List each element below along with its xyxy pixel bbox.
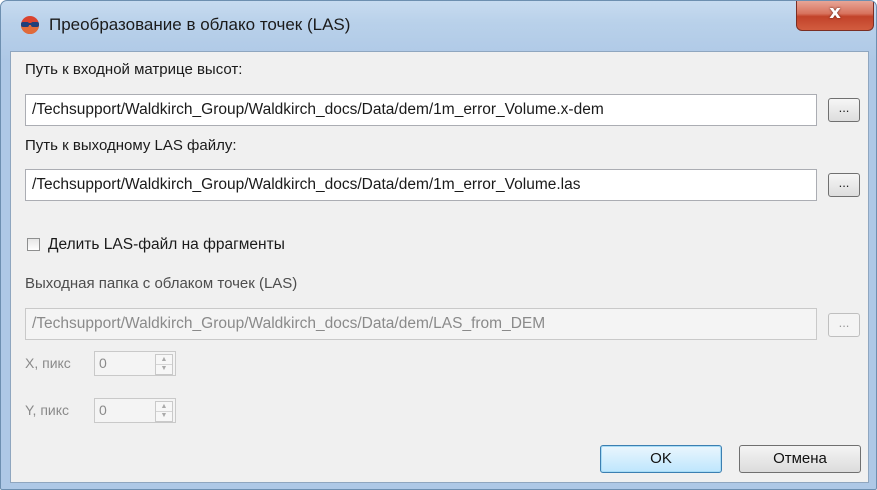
- input-dem-label: Путь к входной матрице высот:: [25, 61, 243, 78]
- title-bar[interactable]: Преобразование в облако точек (LAS) x: [1, 1, 876, 51]
- cancel-button[interactable]: Отмена: [739, 445, 861, 473]
- output-folder-path-field: /Techsupport/Waldkirch_Group/Waldkirch_d…: [25, 308, 817, 340]
- x-pix-stepper: ▲ ▼: [155, 354, 173, 375]
- app-globe-icon: [21, 16, 39, 34]
- split-las-checkbox[interactable]: [27, 238, 40, 251]
- close-button[interactable]: x: [796, 1, 874, 31]
- ok-button[interactable]: OK: [600, 445, 722, 473]
- y-pix-spinbox: 0 ▲ ▼: [94, 398, 176, 423]
- input-dem-browse-button[interactable]: ...: [828, 98, 860, 122]
- output-las-path-field[interactable]: /Techsupport/Waldkirch_Group/Waldkirch_d…: [25, 169, 817, 201]
- dialog-window: Преобразование в облако точек (LAS) x Пу…: [0, 0, 877, 490]
- y-pix-label: Y, пикс: [25, 402, 69, 418]
- close-icon: x: [829, 2, 841, 23]
- output-las-browse-button[interactable]: ...: [828, 173, 860, 197]
- x-pix-label: X, пикс: [25, 355, 71, 371]
- y-pix-stepper: ▲ ▼: [155, 401, 173, 422]
- x-pix-value: 0: [99, 355, 107, 371]
- output-las-label: Путь к выходному LAS файлу:: [25, 137, 237, 154]
- chevron-down-icon: ▼: [160, 412, 168, 419]
- dialog-content: Путь к входной матрице высот: /Techsuppo…: [10, 51, 869, 483]
- output-folder-browse-button: ...: [828, 313, 860, 337]
- input-dem-path-field[interactable]: /Techsupport/Waldkirch_Group/Waldkirch_d…: [25, 94, 817, 126]
- chevron-down-icon: ▼: [160, 365, 168, 372]
- window-title: Преобразование в облако точек (LAS): [49, 15, 351, 34]
- x-pix-spinbox: 0 ▲ ▼: [94, 351, 176, 376]
- output-folder-label: Выходная папка с облаком точек (LAS): [25, 275, 298, 292]
- split-las-label: Делить LAS-файл на фрагменты: [48, 236, 285, 253]
- y-pix-value: 0: [99, 402, 107, 418]
